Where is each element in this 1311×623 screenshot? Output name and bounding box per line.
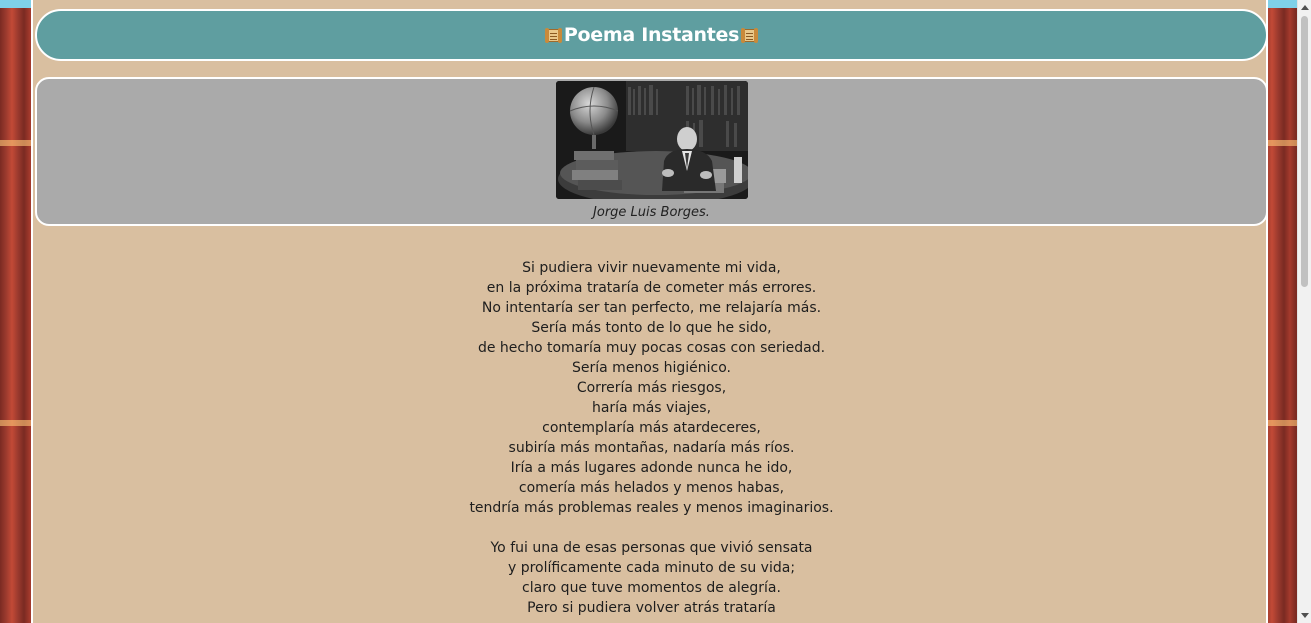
poem-line: Correría más riesgos, <box>576 380 727 396</box>
poem-line: Iría a más lugares adonde nunca he ido, <box>510 460 793 476</box>
photo-section: Jorge Luis Borges. <box>35 77 1268 226</box>
poem-line: No intentaría ser tan perfecto, me relaj… <box>481 300 822 316</box>
poem-line: Sería menos higiénico. <box>572 360 731 376</box>
page-header: Poema Instantes <box>35 9 1268 61</box>
poem-line: Sería más tonto de lo que he sido, <box>531 320 772 336</box>
poem-line: Yo fui una de esas personas que vivió se… <box>490 540 813 556</box>
poem-line: Si pudiera vivir nuevamente mi vida, <box>522 260 781 276</box>
poem-stanza: Yo fui una de esas personas que vivió se… <box>35 538 1268 618</box>
borges-photo <box>556 81 748 199</box>
scroll-icon <box>741 27 759 44</box>
poem-text: Si pudiera vivir nuevamente mi vida, en l… <box>35 258 1268 623</box>
poem-line: contemplaría más atardeceres, <box>542 420 761 436</box>
photo-caption: Jorge Luis Borges. <box>593 205 710 220</box>
poem-line: comería más helados y menos habas, <box>518 480 785 496</box>
poem-line: y prolíficamente cada minuto de su vida; <box>507 560 796 576</box>
scroll-down-icon[interactable] <box>1301 613 1309 618</box>
scrollbar-thumb[interactable] <box>1301 16 1308 287</box>
poem-line: Pero si pudiera volver atrás trataría <box>527 600 776 616</box>
poem-line: de hecho tomaría muy pocas cosas con ser… <box>477 340 826 356</box>
page-container: Poema Instantes Jorge Luis Borges. Si pu… <box>31 0 1268 623</box>
poem-line: en la próxima trataría de cometer más er… <box>486 280 817 296</box>
poem-line: claro que tuve momentos de alegría. <box>522 580 781 596</box>
header-title-row: Poema Instantes <box>544 24 759 46</box>
poem-line: subiría más montañas, nadaría más ríos. <box>508 440 795 456</box>
poem-stanza: Si pudiera vivir nuevamente mi vida, en l… <box>35 258 1268 518</box>
vertical-scrollbar[interactable] <box>1297 0 1311 623</box>
poem-line: haría más viajes, <box>591 400 712 416</box>
page-title: Poema Instantes <box>563 24 740 46</box>
scroll-up-icon[interactable] <box>1301 5 1309 10</box>
scroll-icon <box>544 27 562 44</box>
poem-line: tendría más problemas reales y menos ima… <box>469 500 834 516</box>
